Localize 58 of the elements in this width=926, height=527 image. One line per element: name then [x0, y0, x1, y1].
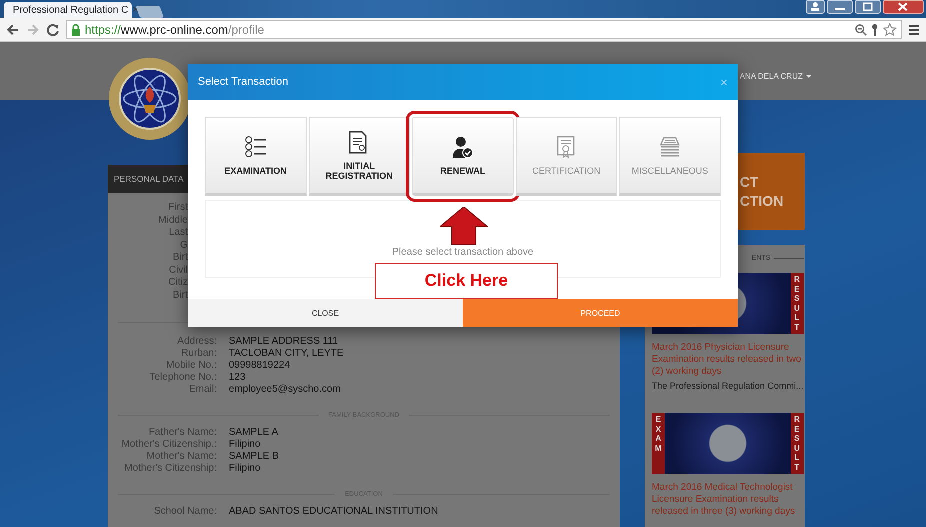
field-label: Mother's Citizenship.: — [120, 439, 217, 451]
checklist-icon — [244, 136, 267, 158]
field-value: SAMPLE A — [229, 427, 280, 439]
new-tab-button[interactable] — [136, 6, 164, 18]
transaction-tile[interactable]: INITIAL REGISTRATION — [308, 117, 410, 196]
field-value: 123 — [229, 372, 247, 384]
field-label: Address: — [176, 336, 217, 348]
field-label: Last — [168, 227, 188, 240]
field-value: 09998819224 — [229, 360, 292, 372]
field-value: SAMPLE B — [229, 451, 280, 463]
maximize-icon — [855, 0, 881, 14]
key-icon — [871, 24, 879, 36]
field-label: Citiz — [168, 277, 188, 290]
image-banner: RESULT — [790, 273, 804, 334]
field-label: Mother's Citizenship: — [124, 463, 217, 475]
field-label: Birt — [172, 252, 188, 264]
tray-icon — [659, 136, 682, 158]
image-banner: RESULT — [790, 413, 804, 474]
profile-icon — [806, 0, 825, 14]
field-label: Birt — [172, 290, 188, 302]
url-text: https://www.prc-online.com/profile — [85, 22, 264, 36]
field-value: Filipino — [229, 439, 262, 451]
field-label: School Name: — [153, 506, 217, 518]
close-icon — [883, 0, 924, 14]
field-label: Middle — [158, 214, 188, 227]
field-label: Mother's Name: — [146, 451, 217, 463]
forward-icon — [26, 22, 40, 36]
zoom-icon — [855, 24, 867, 36]
field-label: First — [168, 202, 188, 214]
field-label: Telephone No.: — [148, 372, 217, 384]
field-label: Mobile No.: — [165, 360, 217, 372]
image-banner: EXAM — [652, 413, 665, 474]
field-value: TACLOBAN CITY, LEYTE — [229, 348, 345, 360]
menu-icon — [908, 24, 920, 36]
caret-icon — [806, 74, 812, 78]
user-check-icon — [452, 136, 474, 158]
field-value: ABAD SANTOS EDUCATIONAL INSTITUTION — [229, 506, 440, 518]
minimize-icon — [827, 0, 853, 14]
field-value: Filipino — [229, 463, 262, 475]
user-menu[interactable]: ANA DELA CRUZ — [740, 72, 803, 80]
field-value: SAMPLE ADDRESS 111 — [229, 336, 340, 348]
close-button[interactable]: CLOSE — [188, 299, 463, 327]
transaction-tile[interactable]: EXAMINATION — [205, 117, 307, 196]
up-arrow — [440, 207, 488, 245]
news-excerpt: The Professional Regulation Commi... — [652, 381, 804, 391]
lock-icon — [71, 24, 81, 36]
reload-icon — [46, 22, 60, 36]
field-label: Civil — [168, 264, 188, 277]
address-bar[interactable]: https://www.prc-online.com/profile — [66, 20, 902, 39]
field-label: Email: — [188, 384, 217, 396]
field-label: Rurban: — [180, 348, 217, 360]
back-icon — [6, 22, 20, 36]
star-icon — [883, 22, 897, 36]
field-value: employee5@syscho.com — [229, 384, 342, 396]
news-image[interactable]: EXAM RESULT — [652, 413, 804, 474]
modal-title: Select Transaction — [198, 76, 288, 88]
field-label: Father's Name: — [148, 427, 217, 439]
proceed-button[interactable]: PROCEED — [463, 299, 738, 327]
